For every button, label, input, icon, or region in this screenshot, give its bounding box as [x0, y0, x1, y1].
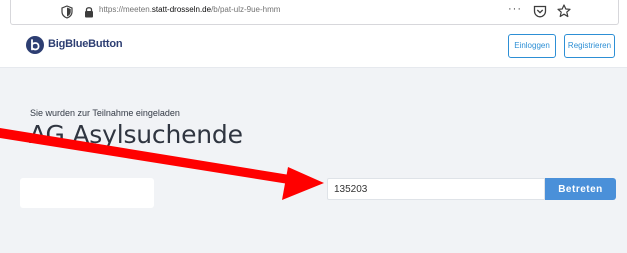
url-domain: statt-drosseln.de: [151, 5, 212, 14]
room-title: AG Asylsuchende: [29, 120, 243, 149]
bookmark-star-icon[interactable]: [557, 4, 571, 18]
invite-text: Sie wurden zur Teilnahme eingeladen: [30, 108, 180, 118]
url-prefix: https://meeten.: [99, 5, 152, 14]
tracking-shield-icon[interactable]: [61, 5, 73, 19]
lock-icon[interactable]: [84, 6, 94, 18]
login-button[interactable]: Einloggen: [508, 34, 556, 58]
bigbluebutton-logo-icon[interactable]: [26, 36, 44, 54]
register-button[interactable]: Registrieren: [564, 34, 615, 58]
page-actions-menu-icon[interactable]: ···: [508, 3, 522, 15]
join-button[interactable]: Betreten: [545, 178, 616, 200]
url-text[interactable]: https://meeten.statt-drosseln.de/b/pat-u…: [99, 5, 280, 14]
name-input-area[interactable]: [20, 178, 154, 208]
brand-name[interactable]: BigBlueButton: [48, 38, 123, 50]
logo-b-glyph: [31, 39, 40, 51]
pocket-icon[interactable]: [533, 5, 547, 18]
access-code-input[interactable]: [327, 178, 545, 200]
browser-url-bar[interactable]: https://meeten.statt-drosseln.de/b/pat-u…: [10, 0, 619, 25]
room-join-section: Sie wurden zur Teilnahme eingeladen AG A…: [0, 68, 627, 253]
url-path: /b/pat-ulz-9ue-hmm: [211, 5, 281, 14]
app-header: BigBlueButton Einloggen Registrieren: [0, 25, 627, 68]
